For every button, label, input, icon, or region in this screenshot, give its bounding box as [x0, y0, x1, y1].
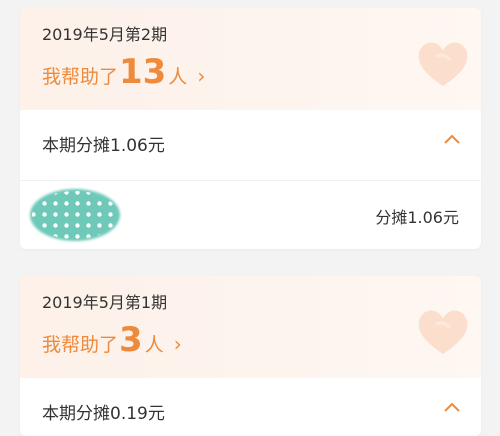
heart-icon — [418, 310, 468, 354]
helped-count: 13 — [119, 52, 167, 92]
helped-suffix: 人 — [168, 66, 188, 88]
helped-prefix: 我帮助了 — [42, 66, 119, 88]
helped-prefix: 我帮助了 — [42, 334, 119, 356]
period-title: 2019年5月第2期 — [42, 25, 168, 44]
share-toggle-row[interactable]: 本期分摊0.19元 — [20, 378, 481, 436]
card-header: 2019年5月第1期 我帮助了 3 人 › — [20, 276, 481, 378]
helped-summary-link[interactable]: 我帮助了 3 人 › — [42, 320, 182, 362]
chevron-up-icon[interactable] — [443, 132, 461, 146]
period-card: 2019年5月第1期 我帮助了 3 人 › 本期分摊0.19元 — [20, 276, 481, 436]
heart-icon — [418, 42, 468, 86]
card-header: 2019年5月第2期 我帮助了 13 人 › — [20, 8, 481, 110]
helped-summary-link[interactable]: 我帮助了 13 人 › — [42, 52, 205, 94]
share-toggle-row[interactable]: 本期分摊1.06元 — [20, 110, 481, 181]
share-label: 本期分摊0.19元 — [42, 404, 165, 424]
avatar — [30, 189, 120, 241]
helped-suffix: 人 — [144, 334, 164, 356]
share-detail-row: 分摊1.06元 — [20, 181, 481, 249]
chevron-right-icon: › — [173, 332, 182, 356]
detail-amount: 分摊1.06元 — [375, 208, 459, 227]
share-label: 本期分摊1.06元 — [42, 136, 165, 156]
chevron-up-icon[interactable] — [443, 400, 461, 414]
period-card: 2019年5月第2期 我帮助了 13 人 › 本期分摊1.06元 分摊1.06元 — [20, 8, 481, 249]
period-title: 2019年5月第1期 — [42, 293, 168, 312]
chevron-right-icon: › — [197, 64, 206, 88]
helped-count: 3 — [119, 320, 143, 360]
